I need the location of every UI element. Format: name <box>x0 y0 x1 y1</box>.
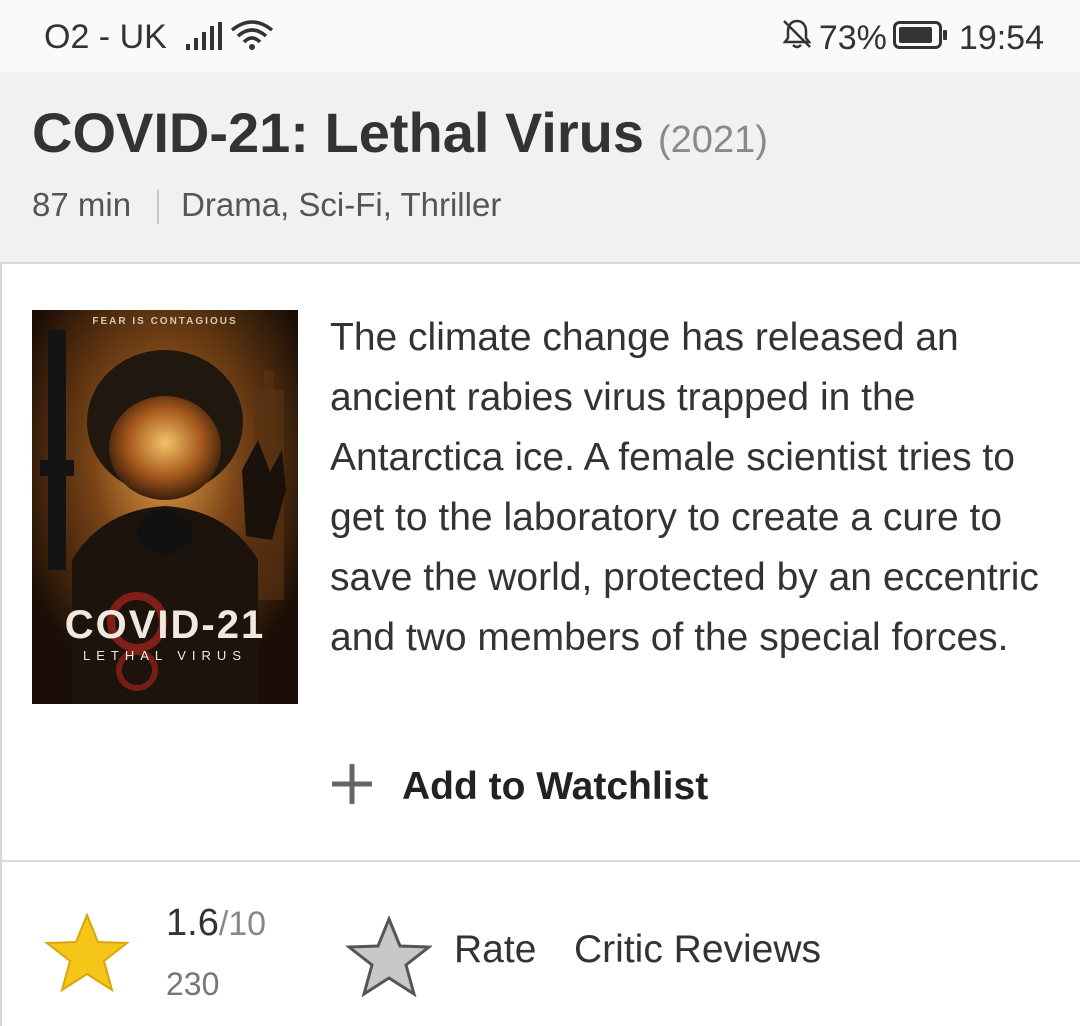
poster-title: COVID-21 <box>65 603 266 647</box>
rating-score-max: /10 <box>218 905 267 943</box>
battery-percent: 73% <box>818 19 887 57</box>
overview-section: FEAR IS CONTAGIOUS COVID-21 LETHAL VIRUS… <box>0 264 1080 860</box>
star-rating-icon <box>44 912 130 999</box>
movie-title: COVID-21: Lethal Virus <box>32 101 645 164</box>
ratings-bar: 1.6/10 230 Rate Critic Reviews <box>0 860 1080 1026</box>
poster-tagline: FEAR IS CONTAGIOUS <box>92 316 237 327</box>
runtime: 87 min <box>32 186 132 223</box>
meta-divider <box>157 190 160 225</box>
rating-score-value: 1.6 <box>166 902 219 944</box>
rating-count: 230 <box>166 966 220 1002</box>
watchlist-label: Add to Watchlist <box>402 764 709 808</box>
signal-icon <box>186 20 222 59</box>
battery-icon <box>892 19 947 58</box>
title-header: COVID-21: Lethal Virus (2021) 87 min Drama… <box>0 72 1080 264</box>
plus-icon <box>330 762 374 811</box>
critic-reviews-link[interactable]: Critic Reviews <box>574 928 821 972</box>
status-bar: O2 - UK 73% 19:54 <box>0 0 1080 72</box>
movie-year: (2021) <box>658 119 768 161</box>
rating-score: 1.6/10 <box>166 902 266 945</box>
bell-off-icon <box>781 18 813 59</box>
wifi-icon <box>230 18 274 61</box>
add-to-watchlist-button[interactable]: Add to Watchlist <box>330 762 708 811</box>
clock: 19:54 <box>958 19 1044 57</box>
title-row: COVID-21: Lethal Virus (2021) <box>32 100 768 165</box>
movie-poster[interactable]: FEAR IS CONTAGIOUS COVID-21 LETHAL VIRUS <box>32 310 298 704</box>
rate-button[interactable]: Rate <box>454 928 536 972</box>
carrier-label: O2 - UK <box>44 18 167 56</box>
poster-subtitle: LETHAL VIRUS <box>83 648 247 663</box>
meta-row: 87 min Drama, Sci-Fi, Thriller <box>32 186 502 225</box>
genres: Drama, Sci-Fi, Thriller <box>181 186 502 223</box>
status-right-group: 73% 19:54 <box>781 18 1044 59</box>
plot-summary: The climate change has released an ancie… <box>330 316 1039 659</box>
rate-star-icon[interactable] <box>344 915 434 1003</box>
